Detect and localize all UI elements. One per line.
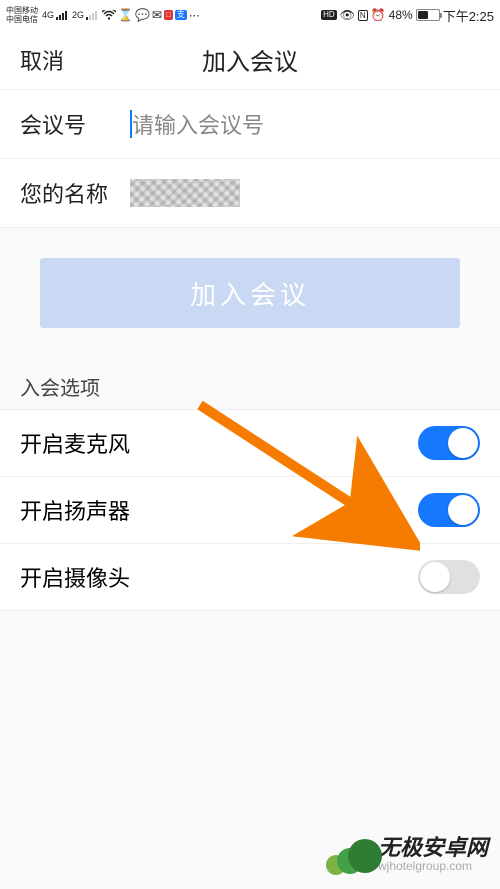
status-bar: 中国移动 中国电信 4G 2G ⌛ 💬 ✉ □ 支 ⋯ HD 👁 N ⏰ 48%… [0, 0, 500, 30]
battery-percent: 48% [389, 8, 413, 22]
join-meeting-button[interactable]: 加入会议 [40, 258, 460, 328]
meeting-id-row[interactable]: 会议号 请输入会议号 [0, 90, 500, 159]
meeting-id-input[interactable]: 请输入会议号 [130, 108, 480, 140]
options-section-title: 入会选项 [0, 358, 500, 409]
carrier-labels: 中国移动 中国电信 [6, 6, 38, 24]
options-list: 开启麦克风 开启扬声器 开启摄像头 [0, 409, 500, 611]
wifi-icon [102, 10, 116, 20]
speaker-toggle[interactable] [418, 493, 480, 527]
app-icon-red: □ [164, 10, 173, 20]
watermark-url: wjhotelgroup.com [378, 859, 488, 873]
option-label: 开启摄像头 [20, 561, 130, 593]
name-value-redacted [130, 179, 240, 207]
eye-icon: 👁 [340, 8, 355, 22]
name-label: 您的名称 [20, 177, 130, 209]
watermark-title: 无极安卓网 [378, 837, 488, 859]
watermark-logo [326, 833, 370, 877]
option-speaker: 开启扬声器 [0, 476, 500, 543]
network-2g: 2G [72, 10, 84, 20]
network-4g: 4G [42, 10, 54, 20]
nfc-icon: N [358, 10, 368, 21]
option-microphone: 开启麦克风 [0, 409, 500, 476]
signal-icon-2 [86, 10, 100, 20]
battery-icon [416, 9, 440, 21]
chat-icon: 💬 [135, 8, 150, 22]
alipay-icon: 支 [175, 10, 187, 20]
hd-icon: HD [321, 10, 337, 20]
alarm-icon: ⏰ [371, 8, 386, 22]
page-title: 加入会议 [20, 42, 480, 77]
name-row[interactable]: 您的名称 [0, 159, 500, 228]
wechat-icon: ✉ [152, 8, 162, 22]
option-label: 开启扬声器 [20, 494, 130, 526]
hourglass-icon: ⌛ [118, 8, 133, 22]
option-camera: 开启摄像头 [0, 543, 500, 611]
signal-icon [56, 10, 70, 20]
option-label: 开启麦克风 [20, 427, 130, 459]
watermark: 无极安卓网 wjhotelgroup.com [326, 833, 488, 877]
clock: 下午2:25 [443, 6, 494, 25]
meeting-id-label: 会议号 [20, 108, 130, 140]
microphone-toggle[interactable] [418, 426, 480, 460]
name-input[interactable] [130, 179, 480, 207]
camera-toggle[interactable] [418, 560, 480, 594]
meeting-id-placeholder: 请输入会议号 [132, 108, 264, 140]
page-header: 取消 加入会议 [0, 30, 500, 90]
join-form: 会议号 请输入会议号 您的名称 [0, 90, 500, 228]
more-icon: ⋯ [189, 9, 200, 22]
